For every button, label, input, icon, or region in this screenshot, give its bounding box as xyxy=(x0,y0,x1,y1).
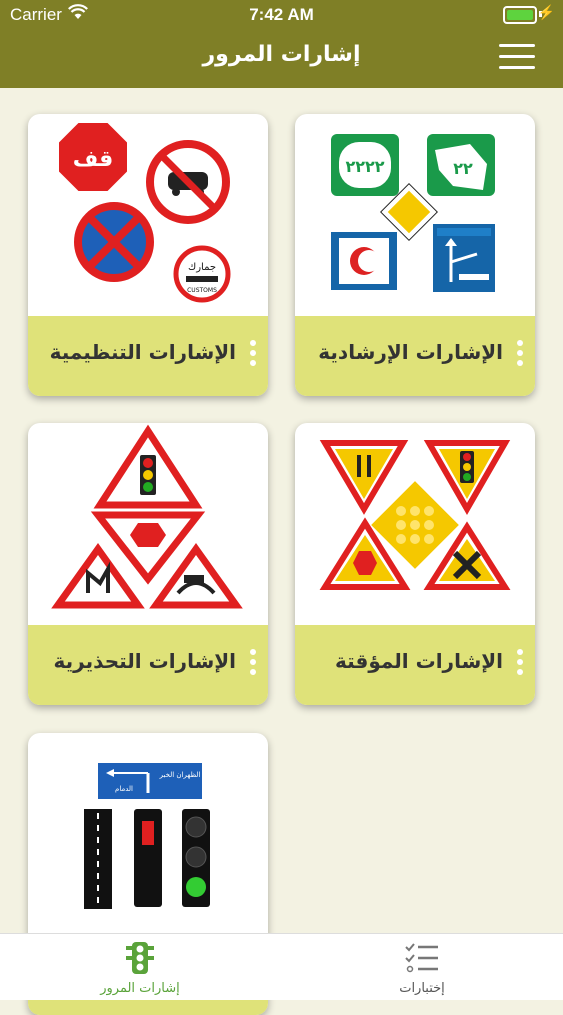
tab-bar: إشارات المرور إختبارات xyxy=(0,933,563,1000)
direction-label-2: الدمام xyxy=(115,785,133,793)
card-guidance-signs[interactable]: ٢٢٢٢ ٢٢ الإشارات الإرشادية xyxy=(295,114,535,396)
guidance-signs-image: ٢٢٢٢ ٢٢ xyxy=(331,134,495,292)
card-footer: الإشارات الإرشادية xyxy=(295,316,535,396)
route-number-text: ٢٢٢٢ xyxy=(345,157,384,176)
more-options-icon[interactable] xyxy=(517,649,523,679)
status-bar: Carrier 7:42 AM ⚡ xyxy=(0,0,563,30)
card-label: الإشارات التنظيمية xyxy=(49,340,236,364)
map-number-text: ٢٢ xyxy=(453,159,473,178)
more-options-icon[interactable] xyxy=(517,340,523,370)
more-options-icon[interactable] xyxy=(250,649,256,679)
card-footer: الإشارات المؤقتة xyxy=(295,625,535,705)
checklist-icon xyxy=(405,943,438,973)
regulatory-signs-image: قف جمارك CUSTOMS xyxy=(57,121,231,303)
direction-label-1: الظهران الخبر xyxy=(159,771,201,779)
markings-signs-image: الظهران الخبر الدمام xyxy=(84,763,210,909)
customs-arabic-text: جمارك xyxy=(188,262,216,273)
card-footer: الإشارات التنظيمية xyxy=(28,316,268,396)
temporary-signs-image xyxy=(319,440,511,590)
clock: 7:42 AM xyxy=(249,5,314,24)
card-warning-signs[interactable]: الإشارات التحذيرية xyxy=(28,423,268,705)
tab-label: إشارات المرور xyxy=(100,981,180,996)
card-label: الإشارات الإرشادية xyxy=(318,340,503,364)
warning-signs-image xyxy=(51,424,243,609)
more-options-icon[interactable] xyxy=(250,340,256,370)
tab-tests[interactable]: إختبارات xyxy=(322,934,522,1000)
card-temporary-signs[interactable]: الإشارات المؤقتة xyxy=(295,423,535,705)
battery-icon xyxy=(503,6,537,24)
page-title: إشارات المرور xyxy=(202,42,361,67)
tab-label: إختبارات xyxy=(399,981,445,996)
card-regulatory-signs[interactable]: قف جمارك CUSTOMS الإشارات التنظيمية xyxy=(28,114,268,396)
customs-english-text: CUSTOMS xyxy=(187,287,217,294)
nav-bar: إشارات المرور xyxy=(0,30,563,88)
stop-sign-text: قف xyxy=(73,147,114,172)
card-label: الإشارات المؤقتة xyxy=(334,649,503,673)
charging-icon: ⚡ xyxy=(537,4,555,20)
hamburger-menu-icon[interactable] xyxy=(499,44,535,72)
card-footer: الإشارات التحذيرية xyxy=(28,625,268,705)
card-label: الإشارات التحذيرية xyxy=(53,649,236,673)
traffic-light-icon xyxy=(126,942,154,974)
tab-traffic-signs[interactable]: إشارات المرور xyxy=(40,934,240,1000)
